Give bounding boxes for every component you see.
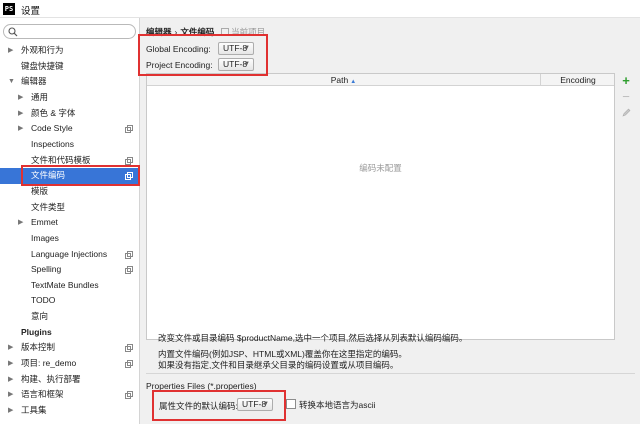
- project-settings-icon: [125, 360, 133, 368]
- project-settings-icon: [125, 266, 133, 275]
- project-settings-icon: [125, 125, 133, 134]
- chevron-right-icon[interactable]: ▶: [18, 215, 26, 231]
- project-settings-icon: [125, 156, 133, 165]
- empty-table-message: 编码未配置: [359, 163, 402, 173]
- sidebar-item[interactable]: 模版: [0, 184, 140, 200]
- sidebar-item-label: 通用: [31, 92, 49, 102]
- sidebar-item-label: 模版: [31, 185, 49, 196]
- chevron-right-icon[interactable]: ▶: [8, 372, 16, 388]
- sidebar-item[interactable]: ▶ Code Style: [0, 121, 140, 137]
- highlight-encoding-selectors: [138, 34, 268, 76]
- sidebar-item[interactable]: ▶ 语言和框架: [0, 387, 140, 403]
- app-icon: PS: [3, 3, 15, 15]
- sidebar-item-label: 意向: [31, 311, 49, 322]
- sidebar-item[interactable]: TODO: [0, 293, 140, 309]
- sidebar-item-label: 构建、执行部署: [21, 373, 81, 384]
- sidebar-item[interactable]: ▶ 颜色 & 字体: [0, 106, 140, 122]
- sidebar-item-label: 项目: re_demo: [21, 358, 77, 368]
- chevron-right-icon[interactable]: ▶: [8, 340, 16, 356]
- sidebar-item-label: TextMate Bundles: [31, 279, 99, 290]
- chevron-right-icon[interactable]: ▶: [8, 43, 16, 59]
- sidebar-item[interactable]: 文件类型: [0, 200, 140, 216]
- sidebar-item[interactable]: ▶ 项目: re_demo: [0, 356, 140, 372]
- sidebar-item-label: Images: [31, 232, 59, 243]
- chevron-right-icon[interactable]: ▶: [8, 403, 16, 419]
- sidebar-item-label: 版本控制: [21, 342, 56, 353]
- sidebar-item[interactable]: ▶ 版本控制: [0, 340, 140, 356]
- chevron-down-icon[interactable]: ▼: [8, 74, 16, 90]
- sidebar-item-label: Language Injections: [31, 248, 108, 259]
- sidebar-item[interactable]: ▶ 构建、执行部署: [0, 372, 140, 388]
- edit-icon[interactable]: [619, 107, 633, 121]
- settings-sidebar: ▶ 外观和行为键盘快捷键 ▼ 编辑器 ▶ 通用 ▶ 颜色 & 字体 ▶ Code Style Ins…: [0, 18, 140, 424]
- sidebar-item[interactable]: 键盘快捷键: [0, 59, 140, 75]
- sidebar-item-label: 外观和行为: [21, 45, 64, 55]
- highlight-properties-encoding: [152, 390, 286, 421]
- sidebar-item-label: Inspections: [31, 138, 74, 149]
- sidebar-item[interactable]: ▼ 编辑器: [0, 74, 140, 90]
- sidebar-item-label: 语言和框架: [21, 389, 64, 400]
- sidebar-item[interactable]: Plugins: [0, 325, 140, 341]
- search-icon: [8, 27, 18, 37]
- sidebar-item[interactable]: ▶ 通用: [0, 90, 140, 106]
- chevron-right-icon[interactable]: ▶: [18, 106, 26, 122]
- project-settings-icon: [125, 391, 133, 400]
- search-input[interactable]: [3, 24, 136, 39]
- sidebar-item[interactable]: TextMate Bundles: [0, 278, 140, 294]
- sidebar-item-label: 文件类型: [31, 201, 66, 212]
- description-line-1: 改变文件或目录编码 $productName,选中一个项目,然后选择从列表默认编…: [158, 333, 468, 343]
- encoding-mapping-table[interactable]: Path ▲ Encoding 编码未配置: [146, 73, 615, 340]
- main-panel: 编辑器 › 文件编码 当前项目 Global Encoding: UTF-8 ▼ Pr…: [141, 18, 640, 424]
- sidebar-item-label: 键盘快捷键: [21, 60, 64, 71]
- project-settings-icon: [125, 344, 133, 353]
- sidebar-item[interactable]: ▶ Emmet: [0, 215, 140, 231]
- title-bar: PS 设置: [0, 0, 640, 18]
- sort-ascending-icon: ▲: [350, 79, 357, 85]
- sidebar-item-label: Emmet: [31, 217, 58, 228]
- sidebar-item[interactable]: Inspections: [0, 137, 140, 153]
- chevron-right-icon[interactable]: ▶: [18, 121, 26, 137]
- description-line-3: 如果没有指定,文件和目录继承父目录的编码设置或从项目编码。: [158, 360, 399, 370]
- sidebar-item-label: 工具集: [21, 404, 47, 415]
- sidebar-item-label: Code Style: [31, 123, 73, 134]
- remove-icon[interactable]: −: [619, 90, 633, 104]
- sidebar-item-label: Spelling: [31, 264, 62, 275]
- sidebar-item[interactable]: ▶ 外观和行为: [0, 43, 140, 59]
- column-header-encoding[interactable]: Encoding: [542, 74, 614, 86]
- sidebar-item-label: 编辑器: [21, 76, 47, 87]
- sidebar-item-label: Plugins: [21, 326, 52, 337]
- sidebar-item-label: 颜色 & 字体: [31, 107, 76, 118]
- window-title: 设置: [21, 6, 41, 17]
- add-icon[interactable]: +: [619, 74, 633, 88]
- project-settings-icon: [125, 250, 133, 259]
- chevron-right-icon[interactable]: ▶: [8, 387, 16, 403]
- transparent-conversion-checkbox[interactable]: [286, 399, 296, 409]
- highlight-file-encoding-item: [21, 165, 140, 186]
- chevron-right-icon[interactable]: ▶: [18, 90, 26, 106]
- sidebar-item[interactable]: Language Injections: [0, 247, 140, 263]
- transparent-conversion-label: 转换本地语言为ascii: [299, 400, 376, 410]
- section-divider: [146, 373, 635, 374]
- sidebar-item[interactable]: Spelling: [0, 262, 140, 278]
- sidebar-item[interactable]: Images: [0, 231, 140, 247]
- sidebar-item[interactable]: ▶ 工具集: [0, 403, 140, 419]
- sidebar-item-label: TODO: [31, 295, 56, 306]
- sidebar-item[interactable]: 意向: [0, 309, 140, 325]
- chevron-right-icon[interactable]: ▶: [8, 356, 16, 372]
